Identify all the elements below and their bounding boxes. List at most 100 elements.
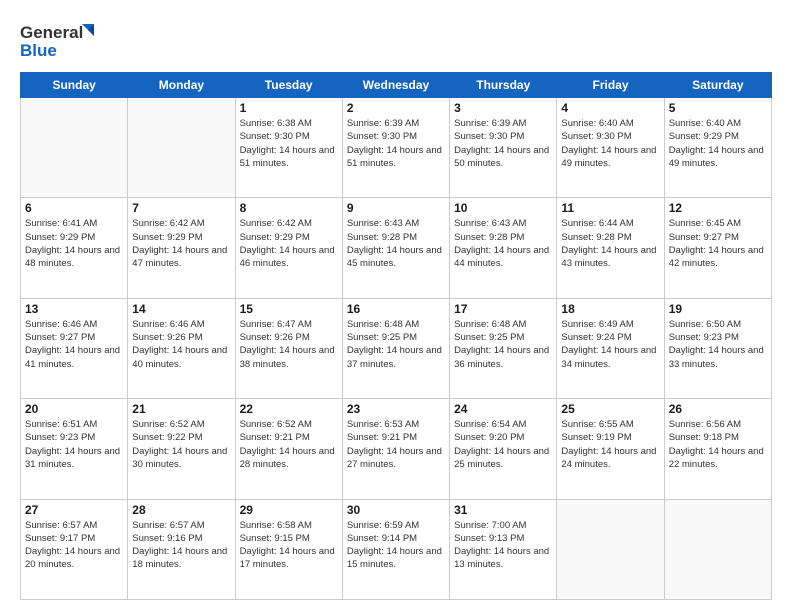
- day-info: Sunrise: 6:54 AMSunset: 9:20 PMDaylight:…: [454, 418, 552, 471]
- calendar-cell: 28Sunrise: 6:57 AMSunset: 9:16 PMDayligh…: [128, 499, 235, 599]
- day-info: Sunrise: 6:46 AMSunset: 9:27 PMDaylight:…: [25, 318, 123, 371]
- calendar-cell: 12 Sunrise: 6:45 AMSunset: 9:27 PMDayligh…: [664, 198, 771, 298]
- day-info: Sunrise: 7:00 AMSunset: 9:13 PMDaylight:…: [454, 519, 552, 572]
- sunrise-text: Sunrise: 6:44 AM: [561, 217, 659, 230]
- sunrise-text: Sunrise: 6:40 AM: [561, 117, 659, 130]
- sunrise-text: Sunrise: 6:53 AM: [347, 418, 445, 431]
- sunset-text: Sunset: 9:20 PM: [454, 431, 552, 444]
- calendar-cell: 15Sunrise: 6:47 AMSunset: 9:26 PMDayligh…: [235, 298, 342, 398]
- day-number: 18: [561, 302, 659, 316]
- weekday-header-row: SundayMondayTuesdayWednesdayThursdayFrid…: [21, 73, 772, 98]
- calendar-cell: 3Sunrise: 6:39 AMSunset: 9:30 PMDaylight…: [450, 98, 557, 198]
- day-number: 11: [561, 201, 659, 215]
- day-info: Sunrise: 6:39 AMSunset: 9:30 PMDaylight:…: [454, 117, 552, 170]
- day-number: 14: [132, 302, 230, 316]
- sunrise-text: Sunrise: 6:51 AM: [25, 418, 123, 431]
- calendar-row: 13 Sunrise: 6:46 AMSunset: 9:27 PMDayligh…: [21, 298, 772, 398]
- daylight-text: Daylight: 14 hours and 22 minutes.: [669, 445, 767, 472]
- calendar-cell: 25 Sunrise: 6:55 AMSunset: 9:19 PMDayligh…: [557, 399, 664, 499]
- weekday-header: Friday: [557, 73, 664, 98]
- day-number: 2: [347, 101, 445, 115]
- header: GeneralBlue: [20, 18, 772, 62]
- sunrise-text: Sunrise: 6:59 AM: [347, 519, 445, 532]
- sunset-text: Sunset: 9:28 PM: [561, 231, 659, 244]
- day-number: 4: [561, 101, 659, 115]
- sunset-text: Sunset: 9:26 PM: [132, 331, 230, 344]
- sunrise-text: Sunrise: 6:40 AM: [669, 117, 767, 130]
- sunrise-text: Sunrise: 6:57 AM: [132, 519, 230, 532]
- day-info: Sunrise: 6:42 AMSunset: 9:29 PMDaylight:…: [132, 217, 230, 270]
- daylight-text: Daylight: 14 hours and 18 minutes.: [132, 545, 230, 572]
- calendar-cell: 18 Sunrise: 6:49 AMSunset: 9:24 PMDayligh…: [557, 298, 664, 398]
- calendar-cell: 4Sunrise: 6:40 AMSunset: 9:30 PMDaylight…: [557, 98, 664, 198]
- sunset-text: Sunset: 9:25 PM: [347, 331, 445, 344]
- day-number: 25: [561, 402, 659, 416]
- calendar-cell: 27Sunrise: 6:57 AMSunset: 9:17 PMDayligh…: [21, 499, 128, 599]
- sunrise-text: Sunrise: 6:41 AM: [25, 217, 123, 230]
- calendar-cell: 20Sunrise: 6:51 AMSunset: 9:23 PMDayligh…: [21, 399, 128, 499]
- sunset-text: Sunset: 9:30 PM: [561, 130, 659, 143]
- day-info: Sunrise: 6:57 AMSunset: 9:16 PMDaylight:…: [132, 519, 230, 572]
- sunset-text: Sunset: 9:25 PM: [454, 331, 552, 344]
- day-number: 22: [240, 402, 338, 416]
- day-info: Sunrise: 6:55 AMSunset: 9:19 PMDaylight:…: [561, 418, 659, 471]
- calendar-cell: 19Sunrise: 6:50 AMSunset: 9:23 PMDayligh…: [664, 298, 771, 398]
- calendar-cell: 30 Sunrise: 6:59 AMSunset: 9:14 PMDayligh…: [342, 499, 449, 599]
- sunset-text: Sunset: 9:29 PM: [240, 231, 338, 244]
- sunset-text: Sunset: 9:24 PM: [561, 331, 659, 344]
- sunrise-text: Sunrise: 7:00 AM: [454, 519, 552, 532]
- weekday-header: Tuesday: [235, 73, 342, 98]
- sunrise-text: Sunrise: 6:42 AM: [240, 217, 338, 230]
- daylight-text: Daylight: 14 hours and 20 minutes.: [25, 545, 123, 572]
- day-number: 20: [25, 402, 123, 416]
- day-info: Sunrise: 6:52 AMSunset: 9:21 PMDaylight:…: [240, 418, 338, 471]
- daylight-text: Daylight: 14 hours and 50 minutes.: [454, 144, 552, 171]
- daylight-text: Daylight: 14 hours and 24 minutes.: [561, 445, 659, 472]
- day-number: 6: [25, 201, 123, 215]
- sunset-text: Sunset: 9:16 PM: [132, 532, 230, 545]
- day-info: Sunrise: 6:49 AMSunset: 9:24 PMDaylight:…: [561, 318, 659, 371]
- day-number: 26: [669, 402, 767, 416]
- daylight-text: Daylight: 14 hours and 31 minutes.: [25, 445, 123, 472]
- sunset-text: Sunset: 9:27 PM: [669, 231, 767, 244]
- day-number: 30: [347, 503, 445, 517]
- calendar-cell: 7Sunrise: 6:42 AMSunset: 9:29 PMDaylight…: [128, 198, 235, 298]
- sunrise-text: Sunrise: 6:39 AM: [347, 117, 445, 130]
- logo: GeneralBlue: [20, 18, 100, 62]
- calendar-row: 20Sunrise: 6:51 AMSunset: 9:23 PMDayligh…: [21, 399, 772, 499]
- sunset-text: Sunset: 9:29 PM: [132, 231, 230, 244]
- calendar-cell: 29Sunrise: 6:58 AMSunset: 9:15 PMDayligh…: [235, 499, 342, 599]
- daylight-text: Daylight: 14 hours and 13 minutes.: [454, 545, 552, 572]
- daylight-text: Daylight: 14 hours and 42 minutes.: [669, 244, 767, 271]
- daylight-text: Daylight: 14 hours and 33 minutes.: [669, 344, 767, 371]
- daylight-text: Daylight: 14 hours and 46 minutes.: [240, 244, 338, 271]
- calendar-cell: [664, 499, 771, 599]
- sunset-text: Sunset: 9:14 PM: [347, 532, 445, 545]
- day-number: 8: [240, 201, 338, 215]
- daylight-text: Daylight: 14 hours and 43 minutes.: [561, 244, 659, 271]
- daylight-text: Daylight: 14 hours and 45 minutes.: [347, 244, 445, 271]
- daylight-text: Daylight: 14 hours and 15 minutes.: [347, 545, 445, 572]
- sunset-text: Sunset: 9:27 PM: [25, 331, 123, 344]
- day-info: Sunrise: 6:50 AMSunset: 9:23 PMDaylight:…: [669, 318, 767, 371]
- calendar-cell: [21, 98, 128, 198]
- day-info: Sunrise: 6:45 AMSunset: 9:27 PMDaylight:…: [669, 217, 767, 270]
- daylight-text: Daylight: 14 hours and 34 minutes.: [561, 344, 659, 371]
- sunrise-text: Sunrise: 6:54 AM: [454, 418, 552, 431]
- day-number: 23: [347, 402, 445, 416]
- sunset-text: Sunset: 9:21 PM: [347, 431, 445, 444]
- daylight-text: Daylight: 14 hours and 48 minutes.: [25, 244, 123, 271]
- calendar-cell: [128, 98, 235, 198]
- day-info: Sunrise: 6:44 AMSunset: 9:28 PMDaylight:…: [561, 217, 659, 270]
- calendar-cell: 14Sunrise: 6:46 AMSunset: 9:26 PMDayligh…: [128, 298, 235, 398]
- day-number: 24: [454, 402, 552, 416]
- calendar-cell: 17Sunrise: 6:48 AMSunset: 9:25 PMDayligh…: [450, 298, 557, 398]
- day-info: Sunrise: 6:59 AMSunset: 9:14 PMDaylight:…: [347, 519, 445, 572]
- calendar-cell: 11 Sunrise: 6:44 AMSunset: 9:28 PMDayligh…: [557, 198, 664, 298]
- calendar-cell: 16Sunrise: 6:48 AMSunset: 9:25 PMDayligh…: [342, 298, 449, 398]
- sunrise-text: Sunrise: 6:52 AM: [240, 418, 338, 431]
- day-number: 13: [25, 302, 123, 316]
- day-info: Sunrise: 6:39 AMSunset: 9:30 PMDaylight:…: [347, 117, 445, 170]
- day-info: Sunrise: 6:38 AMSunset: 9:30 PMDaylight:…: [240, 117, 338, 170]
- day-number: 12: [669, 201, 767, 215]
